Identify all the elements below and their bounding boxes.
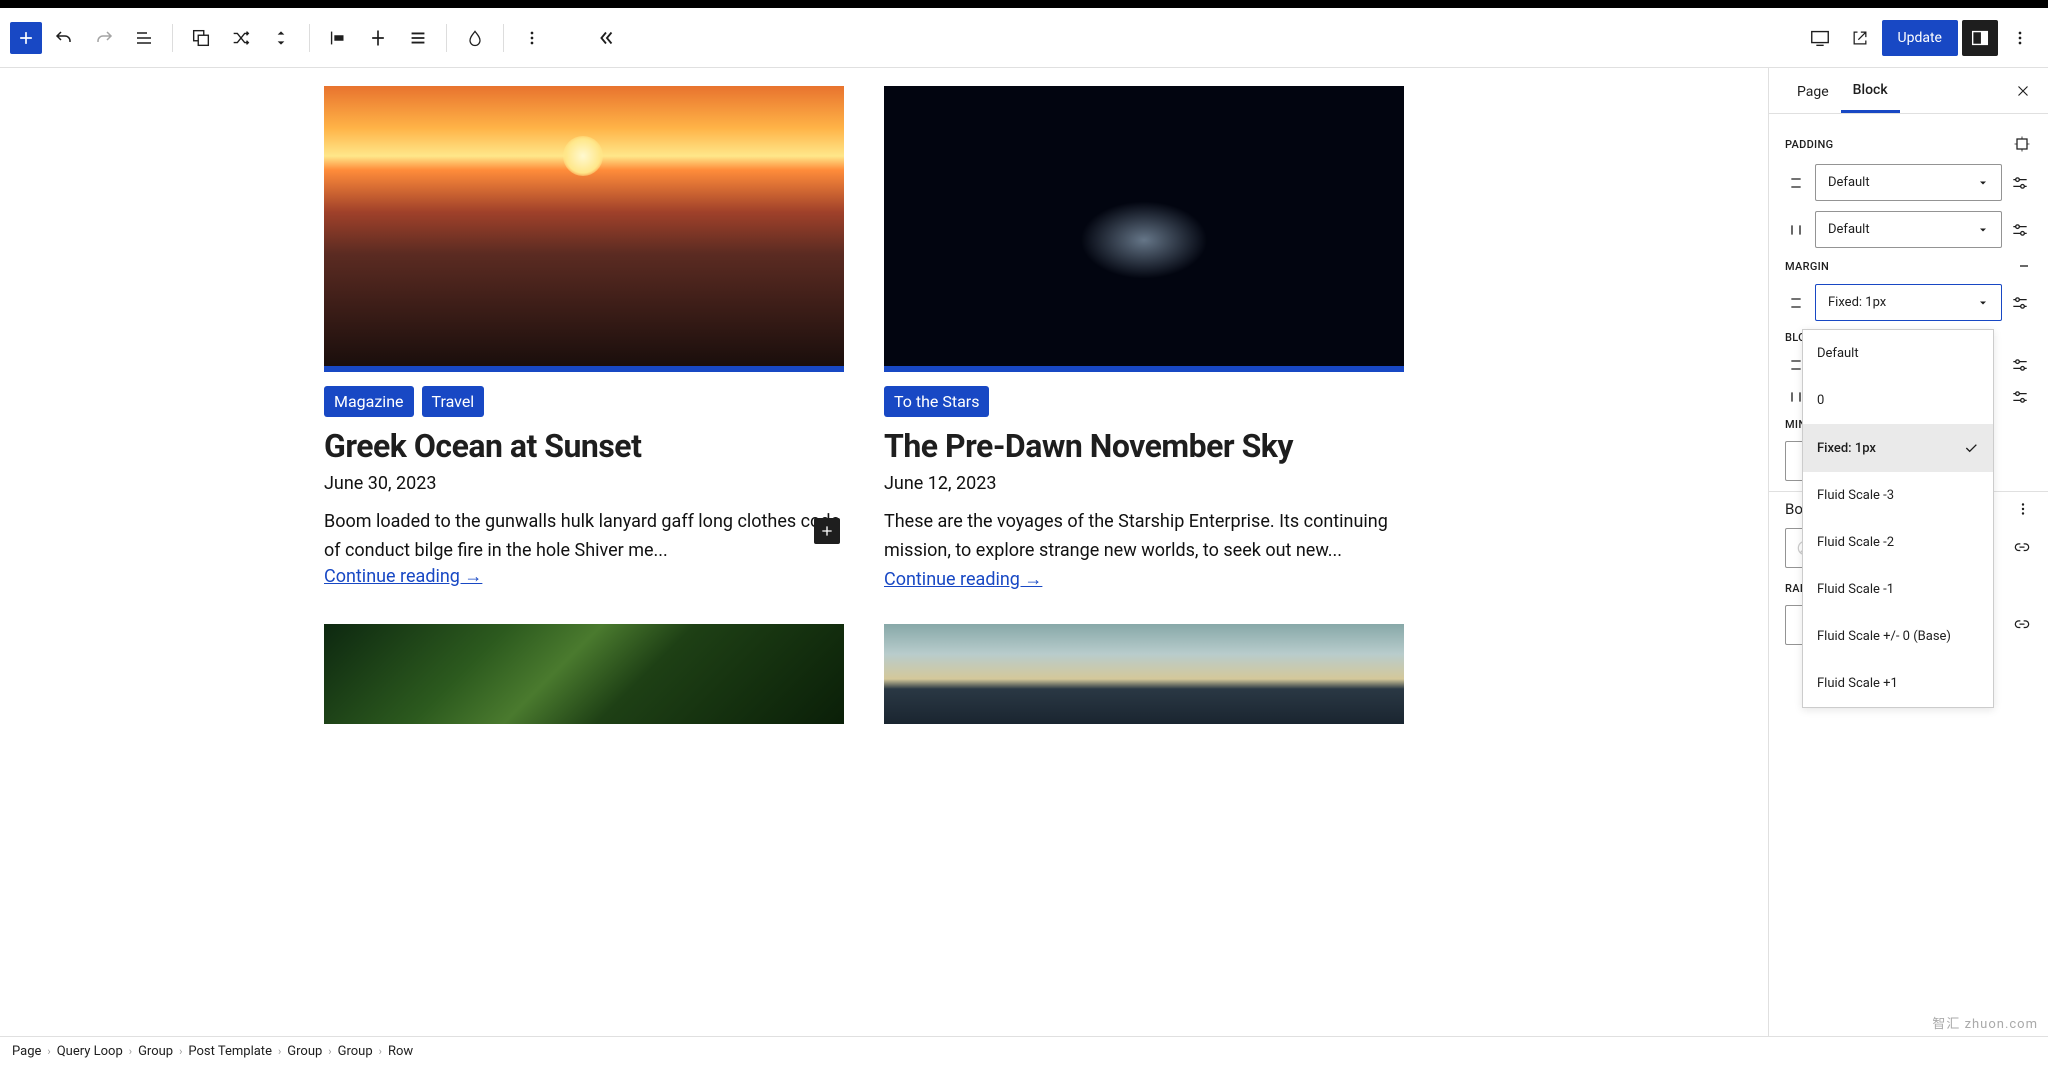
padding-horizontal-select[interactable]: Default bbox=[1815, 211, 2002, 248]
vertical-sides-icon bbox=[1785, 175, 1807, 191]
post-thumbnail[interactable] bbox=[324, 86, 844, 372]
margin-label: MARGIN bbox=[1785, 260, 1829, 273]
dropdown-option-selected[interactable]: Fixed: 1px bbox=[1803, 424, 1993, 472]
group-icon[interactable] bbox=[183, 20, 219, 56]
redo-button[interactable] bbox=[86, 20, 122, 56]
more-options-button[interactable] bbox=[514, 20, 550, 56]
margin-unlink-icon[interactable] bbox=[2016, 258, 2032, 274]
post-card[interactable]: To the Stars The Pre-Dawn November Sky J… bbox=[884, 86, 1404, 594]
padding-vertical-select[interactable]: Default bbox=[1815, 164, 2002, 201]
post-tag[interactable]: Travel bbox=[422, 386, 485, 417]
custom-size-button[interactable] bbox=[2010, 173, 2032, 193]
dropdown-option[interactable]: Fluid Scale +/- 0 (Base) bbox=[1803, 613, 1993, 660]
breadcrumb-item[interactable]: Query Loop bbox=[57, 1044, 123, 1059]
dropdown-option[interactable]: Fluid Scale +1 bbox=[1803, 660, 1993, 707]
breadcrumb-item[interactable]: Page bbox=[12, 1044, 41, 1059]
breadcrumb-item[interactable]: Row bbox=[388, 1044, 413, 1059]
continue-reading-link[interactable]: Continue reading → bbox=[324, 566, 482, 587]
post-thumbnail[interactable] bbox=[884, 86, 1404, 372]
margin-select-dropdown[interactable]: Default 0 Fixed: 1px Fluid Scale -3 Flui… bbox=[1802, 329, 1994, 708]
post-title[interactable]: Greek Ocean at Sunset bbox=[324, 427, 844, 465]
horizontal-sides-icon bbox=[1785, 222, 1807, 238]
breadcrumb-item[interactable]: Group bbox=[138, 1044, 173, 1059]
post-date: June 30, 2023 bbox=[324, 473, 844, 494]
drop-icon[interactable] bbox=[457, 20, 493, 56]
add-block-button[interactable] bbox=[10, 22, 42, 54]
sidebar-toggle-button[interactable] bbox=[1962, 20, 1998, 56]
breadcrumb-item[interactable]: Post Template bbox=[188, 1044, 272, 1059]
link-sides-icon[interactable] bbox=[2012, 615, 2032, 635]
post-tag[interactable]: To the Stars bbox=[884, 386, 989, 417]
settings-sidebar: Page Block PADDING Default Default MARGI… bbox=[1768, 68, 2048, 1036]
post-date: June 12, 2023 bbox=[884, 473, 1404, 494]
justify-icon[interactable] bbox=[400, 20, 436, 56]
editor-toolbar: Update bbox=[0, 8, 2048, 68]
margin-vertical-select[interactable]: Fixed: 1px bbox=[1815, 284, 2002, 321]
device-preview-button[interactable] bbox=[1802, 20, 1838, 56]
vertical-sides-icon bbox=[1785, 295, 1807, 311]
close-sidebar-button[interactable] bbox=[2014, 82, 2032, 100]
post-card[interactable]: Magazine Travel Greek Ocean at Sunset Ju… bbox=[324, 86, 844, 594]
update-button[interactable]: Update bbox=[1882, 20, 1958, 56]
dropdown-option[interactable]: Fluid Scale -2 bbox=[1803, 519, 1993, 566]
dropdown-option[interactable]: Fluid Scale -3 bbox=[1803, 472, 1993, 519]
post-tag[interactable]: Magazine bbox=[324, 386, 414, 417]
shuffle-icon[interactable] bbox=[223, 20, 259, 56]
tab-block[interactable]: Block bbox=[1841, 68, 1900, 113]
custom-size-button[interactable] bbox=[2010, 293, 2032, 313]
breadcrumb-item[interactable]: Group bbox=[338, 1044, 373, 1059]
custom-size-button[interactable] bbox=[2010, 355, 2032, 375]
watermark-text: 智汇 zhuon.com bbox=[1932, 1013, 2038, 1032]
dropdown-option[interactable]: Fluid Scale -1 bbox=[1803, 566, 1993, 613]
custom-size-button[interactable] bbox=[2010, 387, 2032, 407]
external-link-button[interactable] bbox=[1842, 20, 1878, 56]
custom-size-button[interactable] bbox=[2010, 220, 2032, 240]
post-thumbnail[interactable] bbox=[324, 624, 844, 724]
align-center-icon[interactable] bbox=[360, 20, 396, 56]
padding-linked-icon[interactable] bbox=[2012, 134, 2032, 154]
border-options-button[interactable] bbox=[2014, 500, 2032, 518]
link-sides-icon[interactable] bbox=[2012, 538, 2032, 558]
continue-reading-link[interactable]: Continue reading → bbox=[884, 569, 1042, 590]
post-title[interactable]: The Pre-Dawn November Sky bbox=[884, 427, 1404, 465]
post-excerpt: These are the voyages of the Starship En… bbox=[884, 508, 1404, 594]
padding-label: PADDING bbox=[1785, 138, 1833, 151]
list-view-button[interactable] bbox=[126, 20, 162, 56]
align-left-icon[interactable] bbox=[320, 20, 356, 56]
dropdown-option[interactable]: Default bbox=[1803, 330, 1993, 377]
collapse-icon[interactable] bbox=[588, 20, 624, 56]
breadcrumb-item[interactable]: Group bbox=[287, 1044, 322, 1059]
editor-canvas[interactable]: Magazine Travel Greek Ocean at Sunset Ju… bbox=[0, 68, 1768, 1036]
dropdown-option[interactable]: 0 bbox=[1803, 377, 1993, 424]
kebab-menu-button[interactable] bbox=[2002, 20, 2038, 56]
move-button[interactable] bbox=[263, 20, 299, 56]
undo-button[interactable] bbox=[46, 20, 82, 56]
post-excerpt: Boom loaded to the gunwalls hulk lanyard… bbox=[324, 508, 844, 566]
post-thumbnail[interactable] bbox=[884, 624, 1404, 724]
add-block-inline-button[interactable] bbox=[814, 518, 840, 544]
breadcrumb-bar: Page› Query Loop› Group› Post Template› … bbox=[0, 1036, 2048, 1066]
tab-page[interactable]: Page bbox=[1785, 70, 1841, 112]
